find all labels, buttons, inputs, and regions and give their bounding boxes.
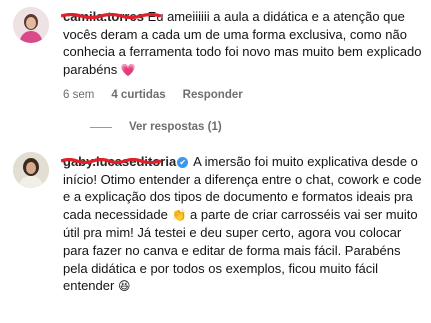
avatar-photo [13,7,49,43]
username[interactable]: gaby.lucaseditoria [61,153,177,171]
likes-count[interactable]: 4 curtidas [111,89,165,101]
username-label: gaby.lucaseditoria [63,154,177,169]
view-replies-button[interactable]: Ver respostas (1) [90,121,222,133]
avatar-photo [13,152,49,188]
comment-age: 6 sem [63,89,95,101]
avatar[interactable] [13,152,49,188]
username[interactable]: camila.torres [61,8,161,26]
comment-text: camila.torres Eu ameiiiiii a aula a didá… [61,8,425,79]
clapping-emoji: 👏 [171,207,187,222]
verified-badge-icon: ✔ [177,157,189,168]
username-label: camila.torres [63,9,144,24]
heart-emoji: 💗 [120,62,136,77]
avatar[interactable] [13,7,49,43]
laughing-emoji: 😆 [117,279,131,294]
comment-meta: 6 sem 4 curtidas Responder [63,89,243,101]
replies-divider [90,126,112,128]
comment-text: gaby.lucaseditoria ✔ A imersão foi muito… [61,153,425,296]
reply-button[interactable]: Responder [183,89,243,101]
view-replies-label: Ver respostas (1) [129,121,222,133]
